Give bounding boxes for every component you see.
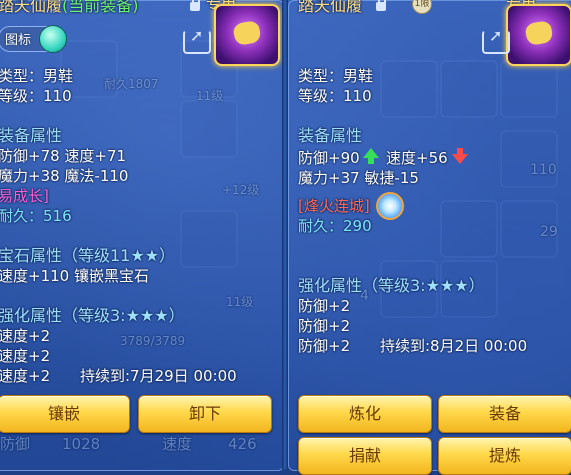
arrow-up-icon <box>363 148 379 164</box>
left-durability: 耐久：516 <box>0 207 72 225</box>
bg-slot-level-3: 11级 <box>226 295 254 309</box>
share-icon[interactable] <box>183 26 211 54</box>
left-enhance-duration: 持续到:7月29日 00:00 <box>80 367 237 385</box>
right-enhance-line2: 防御+2 <box>298 317 351 335</box>
toggle-knob-icon <box>39 25 67 53</box>
right-level-line: 等级：110 <box>298 87 372 105</box>
right-enhance-line1: 防御+2 <box>298 297 351 315</box>
unequip-button[interactable]: 卸下 <box>138 395 272 433</box>
lock-icon <box>376 0 386 11</box>
bg-slot-level-2: +12级 <box>222 183 260 197</box>
bg-hp-text: 3789/3789 <box>120 334 186 348</box>
bg-defense-value: 1028 <box>62 435 101 453</box>
left-attr-line1: 防御+78 速度+71 <box>0 147 127 165</box>
gem-line: 速度+110 镶嵌黑宝石 <box>0 267 149 285</box>
bg-defense-label: 防御 <box>0 435 31 453</box>
right-attr-line2: 魔力+37 敏捷-15 <box>298 169 419 187</box>
bg-number-2: 29 <box>540 224 558 240</box>
left-attr-title: 装备属性 <box>0 126 63 145</box>
inlay-button[interactable]: 镶嵌 <box>0 395 130 433</box>
right-enhance-title: 强化属性（等级3:★★★） <box>298 276 485 295</box>
bg-speed-label: 速度 <box>162 435 193 453</box>
item-icon <box>506 4 571 66</box>
gem-title: 宝石属性（等级11★★） <box>0 246 176 265</box>
left-enhance-line3: 速度+2 <box>0 367 51 385</box>
refine-button[interactable]: 炼化 <box>298 395 432 433</box>
right-item-name: 踏天仙履 <box>298 0 363 15</box>
bg-speed-value: 426 <box>228 435 257 453</box>
right-enhance-line3: 防御+2 <box>298 337 351 355</box>
right-enhance-duration: 持续到:8月2日 00:00 <box>380 337 528 355</box>
bg-slot-level-1: 11级 <box>196 89 224 103</box>
left-level-line: 等级：110 <box>0 87 72 105</box>
right-attr-title: 装备属性 <box>298 126 363 145</box>
left-bracket-text: 易成长] <box>0 187 49 205</box>
left-enhance-title: 强化属性（等级3:★★★） <box>0 306 185 325</box>
left-attr-line2: 魔力+38 魔法-110 <box>0 167 129 185</box>
equip-button[interactable]: 装备 <box>438 395 571 433</box>
right-durability: 耐久：290 <box>298 217 372 235</box>
right-type-line: 类型：男鞋 <box>298 67 374 85</box>
right-attr-line1a: 防御+90 <box>298 149 360 167</box>
swirl-effect-icon <box>376 192 404 220</box>
icon-toggle[interactable]: 图标 <box>0 25 67 53</box>
arrow-down-icon <box>452 148 468 164</box>
bg-number-1: 110 <box>530 162 557 178</box>
right-attr-line1b: 速度+56 <box>386 149 448 167</box>
item-icon <box>214 4 280 66</box>
left-enhance-line1: 速度+2 <box>0 327 51 345</box>
toggle-label: 图标 <box>5 33 32 48</box>
bg-durability-text: 耐久1807 <box>104 77 159 91</box>
left-enhance-line2: 速度+2 <box>0 347 51 365</box>
equipped-tag: (当前装备) <box>62 0 139 15</box>
left-item-name: 踏天仙履 <box>0 0 63 15</box>
donate-button[interactable]: 捐献 <box>298 437 432 475</box>
special-effect: [烽火连城] <box>298 197 370 215</box>
left-type-line: 类型：男鞋 <box>0 67 74 85</box>
extract-button[interactable]: 提炼 <box>438 437 571 475</box>
lock-icon <box>190 0 200 11</box>
share-icon[interactable] <box>482 26 510 54</box>
